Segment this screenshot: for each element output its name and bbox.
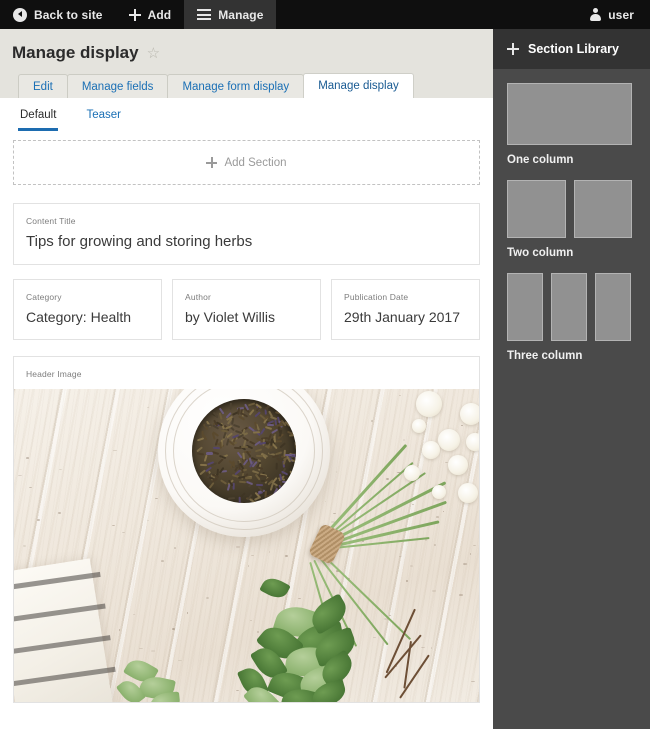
user-label: user <box>608 7 634 22</box>
manage-button[interactable]: Manage <box>184 0 277 29</box>
tab-manage-form-display[interactable]: Manage form display <box>167 74 305 98</box>
field-content-title[interactable]: Content Title Tips for growing and stori… <box>13 203 480 265</box>
app-root: Back to site Add Manage user Manage disp… <box>0 0 650 729</box>
two-column-thumbnail <box>507 180 636 238</box>
field-value: Tips for growing and storing herbs <box>26 233 253 250</box>
page-title-row: Manage display ☆ <box>12 43 160 63</box>
section-library-panel: Section Library One column Two column Th… <box>493 29 650 729</box>
library-item-three-column[interactable]: Three column <box>507 273 636 362</box>
add-section-label: Add Section <box>224 156 287 169</box>
add-section-button[interactable]: Add Section <box>13 140 480 185</box>
back-to-site-label: Back to site <box>34 7 103 22</box>
star-outline-icon[interactable]: ☆ <box>147 46 160 61</box>
field-publication-date[interactable]: Publication Date 29th January 2017 <box>331 279 480 340</box>
add-button[interactable]: Add <box>116 0 185 29</box>
add-label: Add <box>147 7 172 22</box>
manage-label: Manage <box>218 7 264 22</box>
three-column-thumbnail <box>507 273 636 341</box>
column-block <box>551 273 587 341</box>
field-label: Category <box>26 292 62 302</box>
field-label: Publication Date <box>344 292 409 302</box>
primary-tabs: Edit Manage fields Manage form display M… <box>18 73 414 98</box>
lavender-buds <box>192 399 296 503</box>
page-header: Manage display ☆ Edit Manage fields Mana… <box>0 29 493 98</box>
library-item-label: Two column <box>507 247 574 259</box>
column-block <box>595 273 631 341</box>
back-to-site-button[interactable]: Back to site <box>0 0 116 29</box>
field-header-image[interactable]: Header Image <box>13 356 480 703</box>
field-label: Content Title <box>26 216 76 226</box>
tab-edit[interactable]: Edit <box>18 74 68 98</box>
column-block <box>507 273 543 341</box>
tab-default[interactable]: Default <box>18 106 59 131</box>
tab-teaser[interactable]: Teaser <box>84 106 123 131</box>
user-menu-button[interactable]: user <box>577 0 650 29</box>
field-author[interactable]: Author by Violet Willis <box>172 279 321 340</box>
library-item-two-column[interactable]: Two column <box>507 180 636 259</box>
column-block <box>573 180 632 238</box>
section-library-title: Section Library <box>528 42 619 56</box>
field-row-three-column: Category Category: Health Author by Viol… <box>13 279 480 340</box>
hamburger-icon <box>197 9 212 20</box>
header-image-photo <box>14 389 479 702</box>
library-item-one-column[interactable]: One column <box>507 83 636 166</box>
field-label: Header Image <box>26 369 82 379</box>
tab-manage-display[interactable]: Manage display <box>303 73 414 98</box>
column-block <box>507 180 566 238</box>
display-layout: Add Section Content Title Tips for growi… <box>0 140 493 703</box>
field-value: Category: Health <box>26 309 132 325</box>
page-title: Manage display <box>12 43 139 62</box>
field-category[interactable]: Category Category: Health <box>13 279 162 340</box>
tab-manage-fields[interactable]: Manage fields <box>66 74 169 98</box>
user-icon <box>590 8 602 21</box>
field-value: 29th January 2017 <box>344 309 460 325</box>
section-library-list: One column Two column Three column <box>493 69 650 362</box>
bud-cluster <box>192 399 296 503</box>
library-item-label: Three column <box>507 350 583 362</box>
field-label: Author <box>185 292 211 302</box>
admin-toolbar: Back to site Add Manage user <box>0 0 650 29</box>
plus-icon <box>507 43 519 55</box>
view-mode-tabs: Default Teaser <box>18 106 123 131</box>
field-value: by Violet Willis <box>185 309 275 325</box>
library-item-label: One column <box>507 154 574 166</box>
plus-icon <box>128 8 141 21</box>
back-circle-icon <box>13 7 27 22</box>
one-column-thumbnail <box>507 83 636 145</box>
section-library-header[interactable]: Section Library <box>493 29 650 69</box>
main-content: Default Teaser Add Section Content Title… <box>0 98 493 729</box>
plus-icon <box>206 157 218 168</box>
column-block <box>507 83 632 145</box>
